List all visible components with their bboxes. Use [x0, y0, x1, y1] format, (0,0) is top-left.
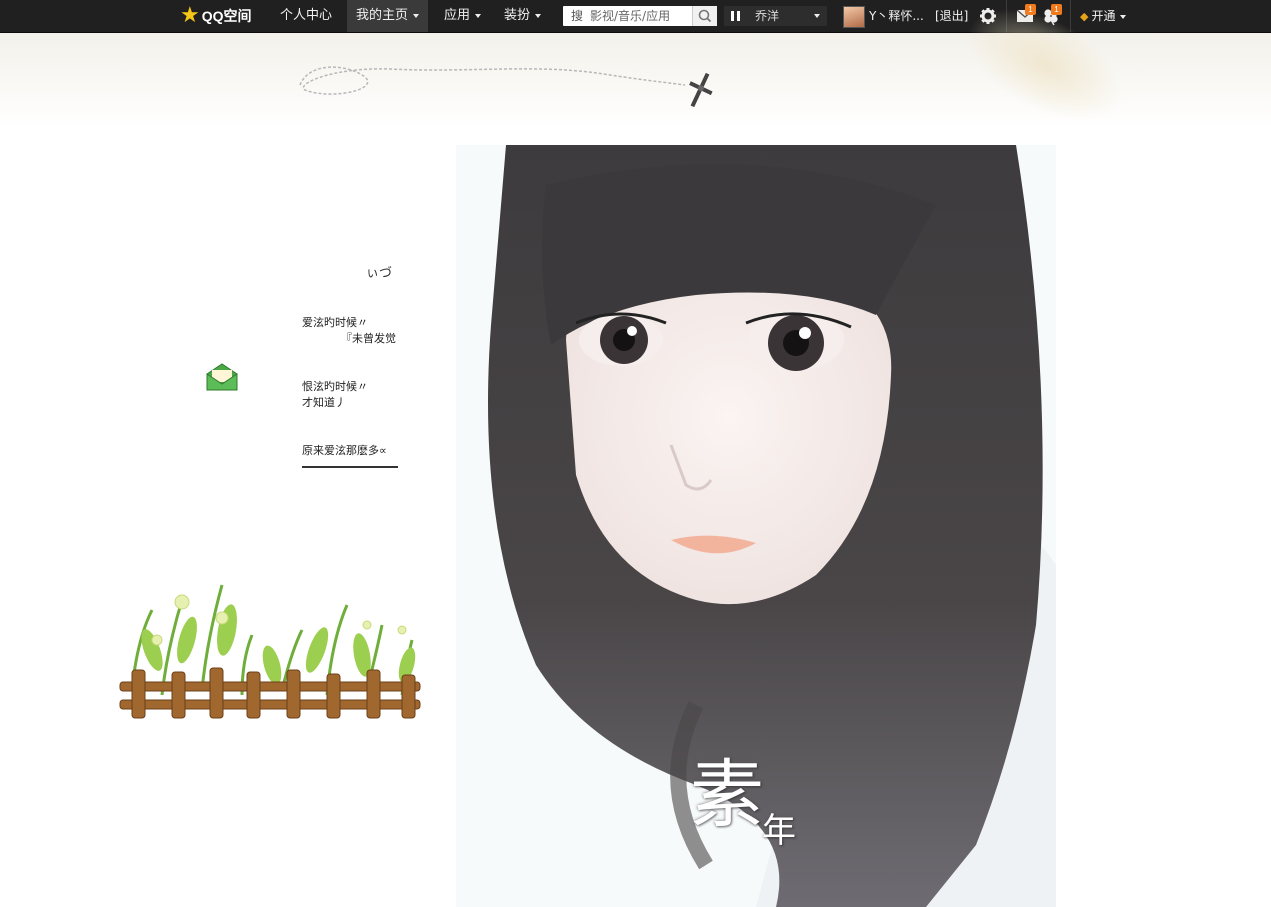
music-player: 乔洋 — [724, 6, 827, 26]
qzone-logo[interactable]: ★ QQ空间 — [180, 0, 252, 32]
top-navigation-bar: ★ QQ空间 个人中心 我的主页 应用 装扮 搜 影视/音乐/应用 乔洋 Y丶释… — [0, 0, 1271, 33]
grass-fence-decoration — [119, 584, 421, 719]
search-button[interactable] — [692, 6, 717, 26]
caret-down-icon — [475, 13, 482, 18]
vip-open-menu[interactable]: ◆ 开通 — [1080, 0, 1127, 32]
music-dropdown-caret[interactable] — [814, 14, 820, 18]
nav-my-homepage[interactable]: 我的主页 — [347, 0, 429, 32]
user-name[interactable]: Y丶释怀... — [869, 0, 924, 32]
caret-down-icon — [1120, 14, 1127, 19]
caret-down-icon — [413, 13, 420, 18]
poem-line: 『未曾发觉 — [341, 332, 396, 345]
nav-decorate[interactable]: 装扮 — [495, 0, 550, 32]
caret-down-icon — [535, 13, 542, 18]
search-prefix: 搜 — [571, 9, 584, 23]
search-box: 搜 影视/音乐/应用 — [563, 6, 717, 26]
vip-label: 开通 — [1091, 9, 1116, 23]
poem-line: 原来爱泫那麽多∝ — [302, 442, 398, 468]
poem-line: 才知道丿 — [302, 396, 346, 409]
nav-label: 我的主页 — [356, 8, 409, 23]
song-title: 乔洋 — [755, 9, 780, 23]
search-placeholder-text: 影视/音乐/应用 — [590, 9, 671, 23]
nav-apps[interactable]: 应用 — [435, 0, 490, 32]
search-icon — [698, 9, 712, 23]
logo-text: QQ空间 — [201, 8, 252, 24]
envelope-icon[interactable] — [205, 362, 239, 392]
poem-line: 爱泫旳时候〃 — [302, 316, 368, 329]
avatar[interactable] — [843, 6, 865, 28]
poem-line: 恨泫旳时候〃 — [302, 380, 368, 393]
updates-count-badge: 1 — [1051, 4, 1062, 15]
signature-text: ぃづ — [366, 266, 393, 281]
nav-label: 应用 — [444, 8, 471, 23]
nav-label: 装扮 — [504, 8, 531, 23]
diamond-icon: ◆ — [1080, 10, 1089, 23]
star-logo-icon: ★ — [180, 3, 200, 28]
pause-icon[interactable] — [731, 11, 741, 21]
logout-link[interactable]: [退出] — [935, 0, 968, 32]
photo-caption-large: 素 — [690, 752, 764, 838]
nav-label: 个人中心 — [280, 8, 333, 23]
photo-caption-small: 年 — [762, 811, 796, 851]
nav-personal-center[interactable]: 个人中心 — [271, 0, 341, 32]
chain-cross-decoration — [299, 66, 713, 108]
